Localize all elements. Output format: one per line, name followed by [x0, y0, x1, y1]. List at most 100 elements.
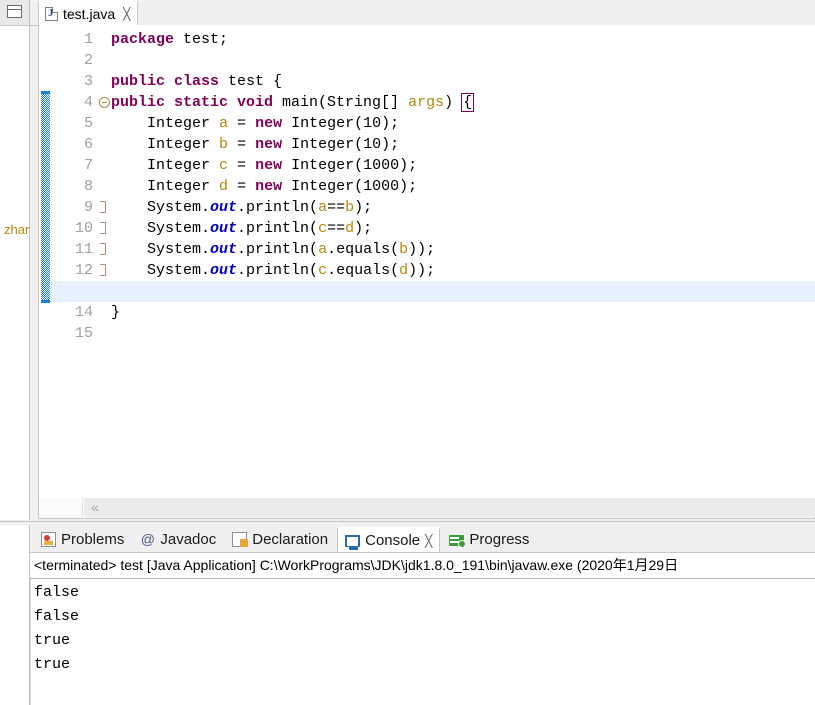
line-number: 4 — [83, 94, 93, 111]
bottom-view-tabbar: Problems @ Javadoc Declaration Console ╳ Progr… — [30, 526, 815, 552]
line-number-ruler: 123456789101112131415 — [50, 25, 98, 498]
console-output-line: true — [34, 656, 71, 673]
code-token: ) — [444, 94, 463, 111]
bottom-tab-console[interactable]: Console ╳ — [337, 527, 441, 552]
code-token: = — [228, 136, 256, 153]
clipped-background-label: zhan — [4, 222, 33, 237]
code-line[interactable]: Integer b = new Integer(10); — [111, 134, 399, 155]
code-token: test; — [174, 31, 229, 48]
code-token: ); — [354, 199, 373, 216]
code-line[interactable]: System.out.println(c==d); — [111, 218, 372, 239]
close-icon[interactable]: ╳ — [123, 7, 130, 21]
code-line[interactable]: System.out.println(c.equals(d)); — [111, 260, 435, 281]
code-token: .println( — [237, 220, 319, 237]
code-token: Integer — [111, 157, 220, 174]
code-line[interactable]: System.out.println(a.equals(b)); — [111, 239, 435, 260]
code-token: Integer(10); — [282, 136, 400, 153]
close-icon[interactable]: ╳ — [425, 534, 432, 548]
code-line[interactable]: System.out.println(a==b); — [111, 197, 372, 218]
eclipse-window: zhan test.java ╳ 123456789101112131415 p… — [0, 0, 815, 705]
console-view[interactable]: <terminated> test [Java Application] C:\… — [30, 552, 815, 705]
code-token: == — [327, 199, 346, 216]
code-line[interactable]: public static void main(String[] args) { — [111, 92, 475, 113]
code-token: Integer(10); — [282, 115, 400, 132]
console-icon — [345, 535, 361, 550]
code-token: .equals( — [327, 262, 400, 279]
bottom-tab-problems[interactable]: Problems — [34, 527, 131, 552]
code-line[interactable]: Integer a = new Integer(10); — [111, 113, 399, 134]
code-token: test { — [219, 73, 283, 90]
code-token: package — [111, 31, 175, 48]
code-token: .equals( — [327, 241, 400, 258]
bottom-tab-label: Problems — [61, 531, 125, 548]
bottom-tab-label: Progress — [469, 531, 530, 548]
code-token: .println( — [237, 262, 319, 279]
restore-view-icon[interactable] — [7, 5, 22, 18]
editor-bottom-gutter-pad — [39, 498, 83, 517]
code-token: out — [210, 241, 238, 258]
code-token: } — [111, 304, 121, 321]
code-token: = — [228, 178, 256, 195]
code-token: b — [219, 136, 229, 153]
code-token: args — [408, 94, 445, 111]
console-output-line: false — [34, 608, 80, 625]
code-token: Integer — [111, 115, 220, 132]
editor-bottom-strip: « — [38, 498, 815, 519]
matching-brace: { — [461, 93, 475, 112]
code-line[interactable]: Integer c = new Integer(1000); — [111, 155, 417, 176]
code-token: out — [210, 262, 238, 279]
problems-icon — [41, 532, 56, 547]
changed-lines-indicator-bottom — [41, 300, 50, 303]
bottom-tab-javadoc[interactable]: @ Javadoc — [133, 527, 223, 552]
code-editor[interactable]: 123456789101112131415 package test;publi… — [38, 25, 815, 498]
code-token: out — [210, 199, 238, 216]
code-token: main(String[] — [273, 94, 409, 111]
code-token: new — [255, 178, 283, 195]
code-token: new — [255, 157, 283, 174]
editor-tab-label: test.java — [63, 5, 116, 22]
code-token: ); — [354, 220, 373, 237]
code-token: new — [255, 136, 283, 153]
console-output: false false true true — [34, 581, 79, 677]
bottom-tab-declaration[interactable]: Declaration — [225, 527, 335, 552]
code-token: public class — [111, 73, 220, 90]
code-token: d — [345, 220, 355, 237]
code-token: .println( — [237, 199, 319, 216]
code-line[interactable]: } — [111, 302, 120, 323]
code-token: Integer — [111, 178, 220, 195]
bottom-tab-progress[interactable]: Progress — [442, 527, 536, 552]
code-token: System. — [111, 220, 211, 237]
code-token: Integer(1000); — [282, 157, 418, 174]
bottom-tab-label: Javadoc — [160, 531, 217, 548]
code-line[interactable]: Integer d = new Integer(1000); — [111, 176, 417, 197]
line-number: 9 — [83, 199, 93, 216]
editor-tab-test-java[interactable]: test.java ╳ — [38, 0, 139, 25]
chevron-left-icon[interactable]: « — [84, 498, 815, 517]
bottom-view-stack: Problems @ Javadoc Declaration Console ╳ Progr… — [30, 526, 815, 705]
console-header-separator — [30, 578, 815, 579]
line-number: 3 — [83, 73, 93, 90]
bottom-tab-label: Declaration — [252, 531, 329, 548]
code-line[interactable]: public class test { — [111, 71, 282, 92]
code-token: b — [345, 199, 355, 216]
declaration-icon — [232, 532, 249, 547]
sash-divider-line — [0, 521, 815, 522]
java-file-icon — [45, 6, 58, 21]
line-number: 7 — [83, 157, 93, 174]
code-token: Integer — [111, 136, 220, 153]
code-token: == — [327, 220, 346, 237]
left-view-stub: zhan — [0, 0, 33, 705]
left-view-stub-header — [0, 0, 29, 26]
code-text[interactable]: package test; public class test {public s… — [97, 25, 815, 498]
code-line[interactable]: package test; — [111, 29, 228, 50]
line-number: 12 — [74, 262, 93, 279]
code-token: out — [210, 220, 238, 237]
changed-lines-indicator-top — [41, 91, 50, 94]
changed-lines-indicator — [41, 91, 50, 303]
code-token: .println( — [237, 241, 319, 258]
code-token: c — [219, 157, 229, 174]
line-number: 11 — [74, 241, 93, 258]
code-token: public static void — [111, 94, 274, 111]
code-token: System. — [111, 262, 211, 279]
code-token: )); — [408, 241, 436, 258]
